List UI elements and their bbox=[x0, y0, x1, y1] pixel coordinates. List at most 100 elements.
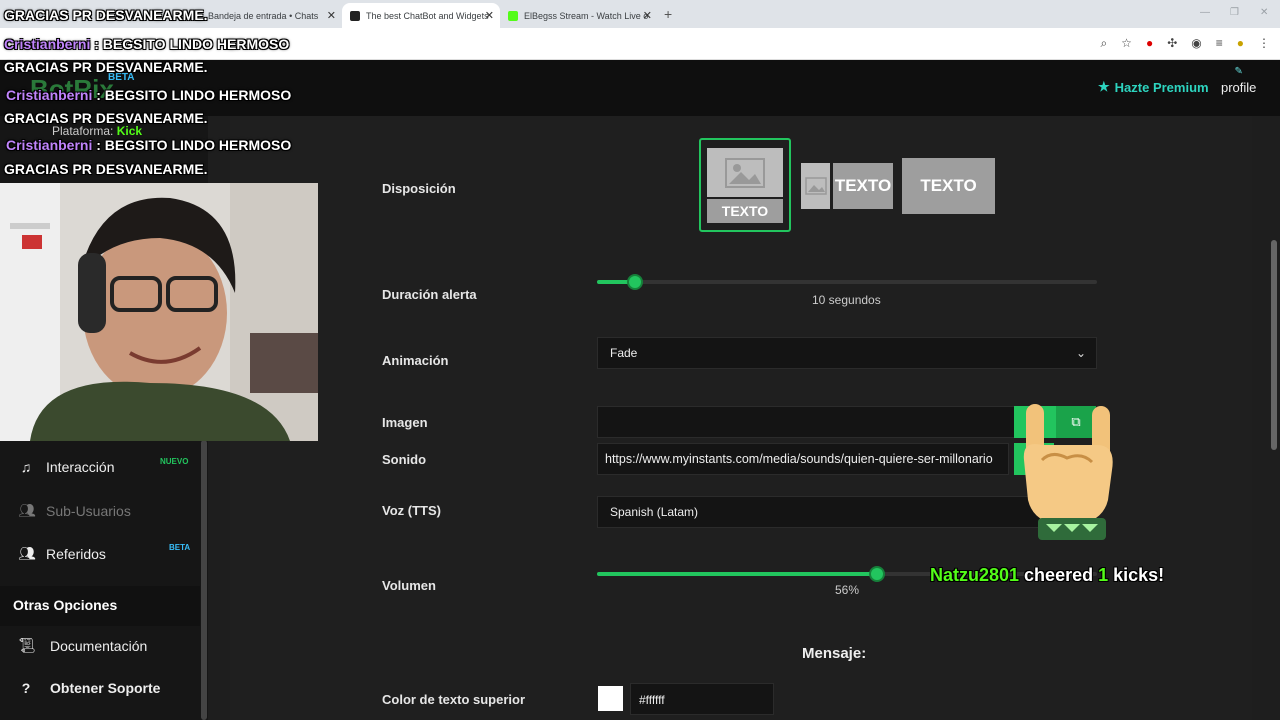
tab-label: Bandeja de entrada • Chats bbox=[208, 10, 319, 21]
cheer-username: Natzu2801 bbox=[930, 565, 1020, 585]
minimize-icon[interactable]: — bbox=[1200, 7, 1210, 18]
sidebar-scrollbar[interactable] bbox=[201, 440, 207, 720]
tab-inbox[interactable]: Bandeja de entrada • Chats ✕ bbox=[200, 3, 342, 28]
volumen-slider-fill bbox=[597, 572, 877, 576]
animacion-label: Animación bbox=[382, 353, 449, 368]
site-favicon-icon bbox=[350, 10, 360, 21]
bookmark-star-icon[interactable]: ☆ bbox=[1121, 36, 1132, 51]
help-icon: ? bbox=[21, 680, 31, 696]
volumen-value: 56% bbox=[835, 583, 860, 597]
profile-button[interactable]: ✎ profile bbox=[1221, 66, 1256, 95]
sonido-label: Sonido bbox=[382, 452, 427, 467]
chat-username: Cristianberni bbox=[6, 137, 93, 153]
sidebar-item-label: Referidos bbox=[46, 545, 106, 562]
avatar[interactable]: ● bbox=[1237, 36, 1244, 51]
chat-text: GRACIAS PR DESVANEARME. bbox=[4, 110, 208, 126]
chat-message: GRACIAS PR DESVANEARME. bbox=[4, 161, 208, 177]
tab-stream[interactable]: ElBegss Stream - Watch Live o ✕ bbox=[500, 3, 658, 28]
mensaje-title: Mensaje: bbox=[802, 645, 867, 662]
chat-message: GRACIAS PR DESVANEARME. bbox=[4, 59, 208, 75]
sidebar-item-documentacion[interactable]: 📜︎ Documentación bbox=[18, 637, 147, 654]
star-icon: ★ bbox=[1098, 79, 1110, 94]
sidebar-item-label: Interacción bbox=[46, 459, 115, 475]
chat-message: Cristianberni : BEGSITO LINDO HERMOSO bbox=[6, 137, 291, 153]
window-close-icon[interactable]: ✕ bbox=[1260, 7, 1268, 18]
music-note-icon: ♫ bbox=[20, 459, 32, 475]
animacion-selected-value: Fade bbox=[610, 346, 638, 360]
duracion-slider-track[interactable] bbox=[597, 280, 1097, 284]
close-icon[interactable]: ✕ bbox=[643, 9, 652, 22]
chat-text: : BEGSITO LINDO HERMOSO bbox=[92, 137, 292, 153]
chat-message: GRACIAS PR DESVANEARME. bbox=[4, 7, 208, 23]
tab-label: The best ChatBot and Widgets bbox=[366, 10, 489, 21]
user-group-icon: 👥︎ bbox=[18, 545, 36, 561]
close-icon[interactable]: ✕ bbox=[327, 9, 336, 22]
chat-message: GRACIAS PR DESVANEARME. bbox=[4, 110, 208, 126]
layout-option-overlay[interactable]: TEXTO bbox=[902, 158, 995, 214]
chat-text: GRACIAS PR DESVANEARME. bbox=[4, 59, 208, 75]
extensions-icon[interactable]: ✣ bbox=[1167, 36, 1177, 51]
animacion-select[interactable]: Fade ⌄ bbox=[597, 337, 1097, 369]
menu-icon[interactable]: ⋮ bbox=[1258, 36, 1270, 51]
section-title-otras-opciones: Otras Opciones bbox=[0, 586, 200, 626]
users-icon: 👥︎ bbox=[18, 502, 36, 518]
cheer-suffix: kicks! bbox=[1108, 565, 1165, 585]
chat-message: Cristianberni : BEGSITO LINDO HERMOSO bbox=[4, 36, 289, 52]
sidebar-item-label: Documentación bbox=[50, 637, 148, 654]
page-scrollbar[interactable] bbox=[1271, 240, 1277, 450]
rock-hand-icon bbox=[1023, 404, 1113, 540]
color-swatch[interactable] bbox=[598, 686, 623, 711]
platform-indicator: Plataforma: Kick bbox=[52, 124, 142, 138]
tab-botrix[interactable]: The best ChatBot and Widgets ✕ bbox=[342, 3, 500, 28]
color-hex-input[interactable]: #ffffff bbox=[630, 683, 774, 715]
volumen-slider-thumb[interactable] bbox=[869, 566, 885, 582]
premium-button[interactable]: ★ Hazte Premium bbox=[1098, 79, 1209, 95]
cheer-text: cheered bbox=[1019, 565, 1099, 585]
sidebar-item-soporte[interactable]: ? Obtener Soporte bbox=[18, 680, 161, 696]
new-badge: NUEVO bbox=[160, 457, 189, 466]
premium-label: Hazte Premium bbox=[1114, 79, 1209, 95]
image-placeholder-icon bbox=[707, 148, 783, 197]
opera-icon[interactable]: ● bbox=[1146, 36, 1153, 51]
cheer-alert: Natzu2801 cheered 1 kicks! bbox=[930, 565, 1164, 586]
voz-selected-value: Spanish (Latam) bbox=[610, 505, 699, 519]
platform-value: Kick bbox=[116, 124, 143, 138]
media-icon[interactable]: ◉ bbox=[1191, 36, 1201, 51]
imagen-input[interactable] bbox=[597, 406, 1015, 438]
new-tab-icon[interactable]: + bbox=[664, 6, 672, 22]
duracion-label: Duración alerta bbox=[382, 287, 477, 302]
imagen-label: Imagen bbox=[382, 415, 428, 430]
zoom-icon[interactable]: ⌕ bbox=[1100, 36, 1107, 51]
toolbar-icons: ⌕ ☆ ● ✣ ◉ ≡ ● ⋮ bbox=[1100, 36, 1270, 51]
layout-option-side-text[interactable]: TEXTO bbox=[833, 163, 893, 209]
chat-username: Cristianberni bbox=[4, 36, 91, 52]
sidebar-item-sub-usuarios: 👥︎ Sub-Usuarios bbox=[18, 502, 131, 519]
layout-option-side-image-icon[interactable] bbox=[801, 163, 830, 209]
tab-label: ElBegss Stream - Watch Live o bbox=[524, 10, 649, 21]
chat-text: GRACIAS PR DESVANEARME. bbox=[4, 161, 208, 177]
scroll-icon: 📜︎ bbox=[18, 637, 36, 653]
cheer-amount: 1 bbox=[1098, 565, 1109, 585]
restore-icon[interactable]: ❐ bbox=[1230, 7, 1239, 18]
chevron-down-icon: ⌄ bbox=[1075, 346, 1086, 360]
close-icon[interactable]: ✕ bbox=[485, 9, 494, 22]
sidebar-item-interaccion[interactable]: ♫ Interacción bbox=[18, 459, 115, 475]
beta-badge: BETA bbox=[169, 543, 191, 552]
color-superior-label: Color de texto superior bbox=[382, 692, 526, 707]
kick-favicon-icon bbox=[508, 10, 518, 21]
volumen-label: Volumen bbox=[382, 578, 436, 593]
pencil-icon: ✎ bbox=[1234, 66, 1243, 77]
playlist-icon[interactable]: ≡ bbox=[1216, 36, 1223, 51]
chat-message: Cristianberni : BEGSITO LINDO HERMOSO bbox=[6, 87, 291, 103]
duracion-slider-thumb[interactable] bbox=[626, 274, 643, 290]
duracion-value: 10 segundos bbox=[812, 293, 881, 307]
chat-text: GRACIAS PR DESVANEARME. bbox=[4, 7, 208, 23]
chat-text: : BEGSITO LINDO HERMOSO bbox=[92, 87, 292, 103]
profile-label: profile bbox=[1221, 80, 1257, 95]
webcam-overlay bbox=[0, 183, 318, 441]
sidebar-item-label: Sub-Usuarios bbox=[46, 502, 131, 519]
layout-text-label: TEXTO bbox=[707, 199, 783, 223]
sonido-input[interactable]: https://www.myinstants.com/media/sounds/… bbox=[597, 443, 1009, 475]
chat-text: : BEGSITO LINDO HERMOSO bbox=[90, 36, 290, 52]
sidebar-item-referidos[interactable]: 👥︎ Referidos bbox=[18, 545, 106, 562]
